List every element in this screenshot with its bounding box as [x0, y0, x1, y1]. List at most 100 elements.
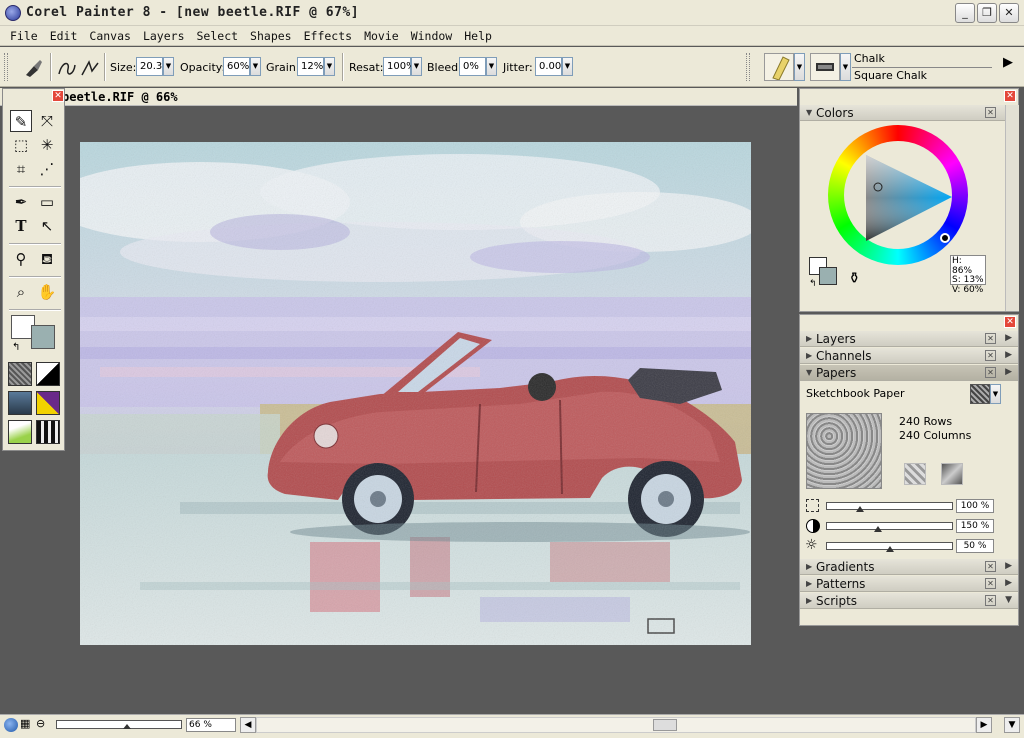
scroll-left-button[interactable]: ◀ [240, 717, 256, 733]
magnifier-icon[interactable]: ⌕ [10, 281, 32, 303]
gradient-selector-thumb[interactable] [36, 362, 60, 386]
secondary-color-swatch[interactable] [31, 325, 55, 349]
scroll-right-button[interactable]: ▶ [976, 717, 992, 733]
size-field[interactable]: 20.3 [136, 57, 163, 76]
resat-field[interactable]: 100% [383, 57, 416, 76]
slider-knob[interactable] [856, 506, 864, 512]
expand-triangle-icon[interactable]: ▶ [806, 579, 812, 588]
pattern-selector-thumb[interactable] [8, 391, 32, 415]
zoom-slider-knob[interactable] [123, 724, 131, 729]
papers-header[interactable]: ▼ Papers ✕ ▶ [800, 365, 1018, 381]
look-selector-thumb[interactable] [36, 420, 60, 444]
layers-header[interactable]: ▶ Layers ✕ ▶ [800, 331, 1018, 347]
menu-movie[interactable]: Movie [358, 29, 405, 43]
minimize-button[interactable]: _ [955, 3, 975, 23]
close-button[interactable]: ✕ [999, 3, 1019, 23]
scroll-down-button[interactable]: ▼ [1004, 717, 1020, 733]
toolbox-close-button[interactable]: ✕ [52, 90, 64, 102]
brush-category-dropdown[interactable]: ▼ [794, 53, 805, 81]
dropper-icon[interactable]: ⚲ [10, 248, 32, 270]
gradients-header[interactable]: ▶ Gradients ✕ ▶ [800, 559, 1018, 575]
patterns-menu-arrow-icon[interactable]: ▶ [1005, 578, 1012, 588]
grain-dropdown[interactable]: ▼ [324, 57, 335, 76]
gradients-close-icon[interactable]: ✕ [985, 561, 996, 572]
brush-variant-button[interactable] [810, 53, 840, 81]
expand-triangle-icon[interactable]: ▶ [806, 334, 812, 343]
scripts-header[interactable]: ▶ Scripts ✕ ▼ [800, 593, 1018, 609]
pen-icon[interactable]: ✒ [10, 191, 32, 213]
expand-triangle-icon[interactable]: ▶ [806, 596, 812, 605]
size-dropdown[interactable]: ▼ [163, 57, 174, 76]
expand-triangle-icon[interactable]: ▶ [806, 562, 812, 571]
collapse-triangle-icon[interactable]: ▼ [806, 108, 812, 117]
straight-line-stroke-icon[interactable] [79, 57, 101, 79]
brush-tool-icon[interactable] [22, 57, 44, 79]
menu-effects[interactable]: Effects [298, 29, 358, 43]
grain-field[interactable]: 12% [297, 57, 324, 76]
bleed-field[interactable]: 0% [459, 57, 486, 76]
paper-library-dropdown[interactable]: ▼ [990, 384, 1001, 404]
weaving-selector-thumb[interactable] [36, 391, 60, 415]
slider-knob[interactable] [874, 526, 882, 532]
menu-layers[interactable]: Layers [137, 29, 191, 43]
paper-contrast-value[interactable]: 150 % [956, 519, 994, 533]
channels-close-icon[interactable]: ✕ [985, 350, 996, 361]
brush-category-button[interactable] [764, 53, 794, 81]
paper-brightness-value[interactable]: 50 % [956, 539, 994, 553]
crop-icon[interactable]: ⌗ [10, 158, 32, 180]
opacity-field[interactable]: 60% [223, 57, 250, 76]
paper-selector-thumb[interactable] [8, 362, 32, 386]
rectangle-shape-icon[interactable]: ▭ [36, 191, 58, 213]
directional-grain-icon[interactable] [941, 463, 963, 485]
collapse-triangle-icon[interactable]: ▼ [806, 368, 812, 377]
grabber-hand-icon[interactable]: ✋ [36, 281, 58, 303]
brush-icon[interactable]: ✎ [10, 110, 32, 132]
brush-selector-grip[interactable] [746, 53, 750, 81]
horizontal-scroll-thumb[interactable] [653, 719, 677, 731]
swap-colors-small-icon[interactable]: ↰ [809, 279, 817, 289]
colors-scrollbar[interactable] [1005, 105, 1019, 311]
toolbar-grip[interactable] [4, 53, 8, 81]
layers-menu-arrow-icon[interactable]: ▶ [1005, 333, 1012, 343]
slider-knob[interactable] [886, 546, 894, 552]
expand-triangle-icon[interactable]: ▶ [806, 351, 812, 360]
drawing-canvas[interactable] [80, 142, 751, 645]
menu-shapes[interactable]: Shapes [244, 29, 298, 43]
invert-paper-icon[interactable] [904, 463, 926, 485]
saturation-value-triangle[interactable] [860, 151, 960, 245]
jitter-field[interactable]: 0.00 [535, 57, 562, 76]
menu-window[interactable]: Window [405, 29, 459, 43]
zoom-out-icon[interactable]: ⊖ [36, 717, 45, 730]
paper-scale-slider[interactable] [826, 502, 953, 512]
text-icon[interactable]: T [10, 215, 32, 237]
colors-palette-close-button[interactable]: ✕ [1004, 90, 1016, 102]
scripts-close-icon[interactable]: ✕ [985, 595, 996, 606]
menu-edit[interactable]: Edit [44, 29, 84, 43]
selection-adjuster-icon[interactable]: ⋰ [36, 158, 58, 180]
papers-close-icon[interactable]: ✕ [985, 367, 996, 378]
colors-header[interactable]: ▼ Colors ✕ ▶ [800, 105, 1018, 121]
channels-menu-arrow-icon[interactable]: ▶ [1005, 350, 1012, 360]
menu-select[interactable]: Select [191, 29, 245, 43]
clone-color-icon[interactable]: ⚱ [848, 269, 861, 287]
nozzle-selector-thumb[interactable] [8, 420, 32, 444]
paint-bucket-icon[interactable]: ⛾ [36, 248, 58, 270]
globe-icon[interactable] [4, 718, 18, 732]
jitter-dropdown[interactable]: ▼ [562, 57, 573, 76]
papers-menu-arrow-icon[interactable]: ▶ [1005, 367, 1012, 377]
resat-dropdown[interactable]: ▼ [411, 57, 422, 76]
grid-view-icon[interactable]: ▦ [20, 717, 30, 730]
scripts-menu-arrow-icon[interactable]: ▼ [1005, 595, 1012, 605]
panels-palette-close-button[interactable]: ✕ [1004, 316, 1016, 328]
paper-library-thumb[interactable] [970, 384, 990, 404]
patterns-close-icon[interactable]: ✕ [985, 578, 996, 589]
colors-secondary-swatch[interactable] [819, 267, 837, 285]
menu-file[interactable]: File [4, 29, 44, 43]
paper-brightness-slider[interactable] [826, 542, 953, 552]
zoom-value[interactable]: 66 % [186, 718, 236, 732]
hue-marker[interactable] [940, 233, 950, 243]
bleed-dropdown[interactable]: ▼ [486, 57, 497, 76]
freehand-stroke-icon[interactable] [56, 57, 78, 79]
layer-adjuster-icon[interactable]: ⤧ [36, 110, 58, 132]
menu-canvas[interactable]: Canvas [83, 29, 137, 43]
